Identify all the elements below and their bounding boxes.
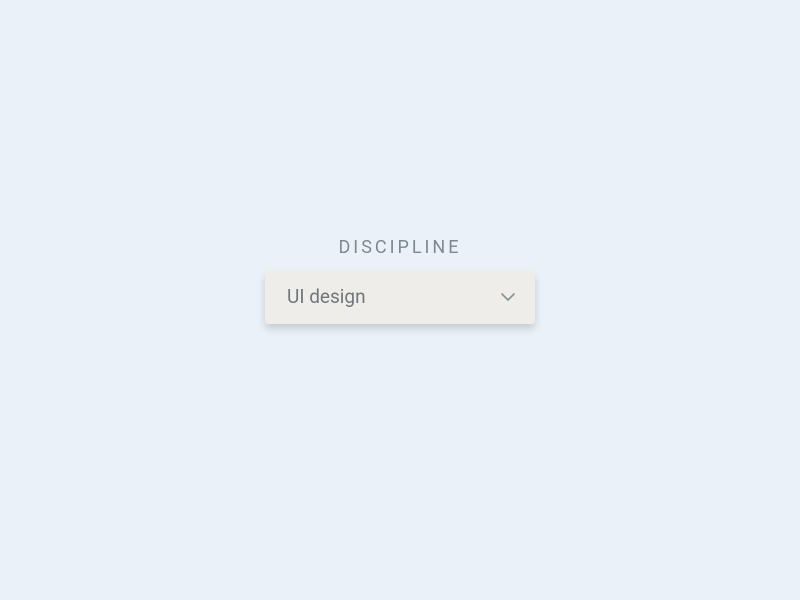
dropdown-selected-value: UI design (287, 285, 366, 308)
discipline-field: DISCIPLINE UI design (265, 237, 535, 324)
discipline-label: DISCIPLINE (338, 237, 461, 258)
chevron-down-icon (501, 290, 515, 304)
discipline-dropdown[interactable]: UI design (265, 270, 535, 324)
